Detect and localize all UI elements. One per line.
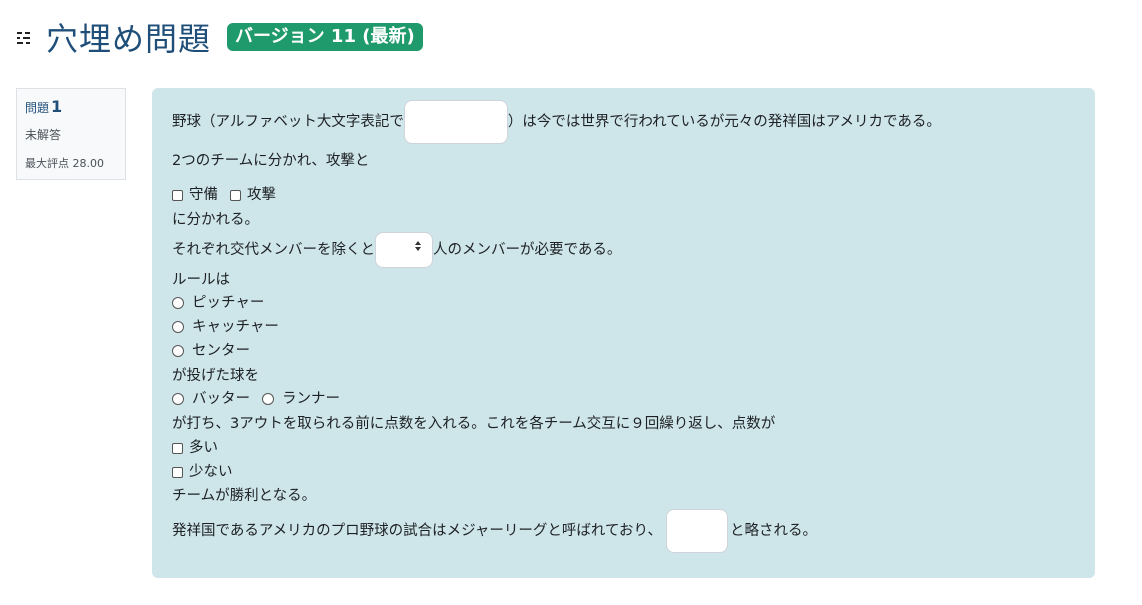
question-type-icon (16, 31, 32, 47)
question-line-7: が打ち、3アウトを取られる前に点数を入れる。これを各チーム交互に９回繰り返し、点… (172, 416, 776, 432)
question-line-2: 2つのチームに分かれ、攻撃と (172, 153, 370, 169)
question-line-4: それぞれ交代メンバーを除くと 人のメンバーが必要である。 (172, 232, 621, 268)
checkbox[interactable] (172, 442, 183, 454)
answer-select[interactable] (375, 232, 433, 268)
page-title: 穴埋め問題 (46, 20, 212, 58)
radio-option[interactable]: ピッチャー (172, 293, 264, 313)
question-line-1: 野球（アルファベット大文字表記で ）は今では世界で行われているが元々の発祥国はア… (172, 100, 941, 144)
radio-button[interactable] (172, 321, 184, 333)
updown-arrows-icon (414, 240, 422, 260)
answer-input-2[interactable] (665, 509, 728, 553)
checkbox-group-1: 守備 攻撃 (172, 185, 288, 205)
radio-button[interactable] (172, 393, 184, 405)
radio-option[interactable]: センター (172, 341, 250, 361)
question-line-8: チームが勝利となる。 (172, 488, 317, 504)
question-line-3: に分かれる。 (172, 212, 259, 228)
checkbox-option[interactable]: 多い (172, 438, 218, 458)
checkbox[interactable] (172, 189, 183, 201)
checkbox[interactable] (172, 466, 183, 478)
radio-button[interactable] (172, 297, 184, 309)
radio-group-2: バッター ランナー (172, 389, 352, 409)
checkbox-option[interactable]: 守備 (172, 185, 218, 205)
answer-input-1[interactable] (403, 100, 508, 144)
radio-button[interactable] (172, 345, 184, 357)
radio-option[interactable]: キャッチャー (172, 317, 279, 337)
page-header: 穴埋め問題 バージョン 11 (最新) (16, 14, 423, 60)
checkbox-option[interactable]: 攻撃 (230, 185, 276, 205)
checkbox[interactable] (230, 189, 241, 201)
question-state: 未解答 (25, 128, 62, 142)
question-line-5: ルールは (172, 272, 230, 288)
question-info-panel: 問題 1 未解答 最大評点 28.00 (16, 88, 126, 180)
radio-option[interactable]: バッター (172, 389, 250, 409)
question-content: 野球（アルファベット大文字表記で ）は今では世界で行われているが元々の発祥国はア… (152, 88, 1095, 578)
checkbox-option[interactable]: 少ない (172, 462, 233, 482)
question-line-6: が投げた球を (172, 368, 259, 384)
question-line-9: 発祥国であるアメリカのプロ野球の試合はメジャーリーグと呼ばれており、 と略される… (172, 509, 817, 553)
version-badge: バージョン 11 (最新) (227, 23, 423, 51)
question-number: 問題 1 (25, 97, 63, 116)
radio-button[interactable] (262, 393, 274, 405)
max-grade: 最大評点 28.00 (25, 157, 104, 170)
radio-option[interactable]: ランナー (262, 389, 340, 409)
